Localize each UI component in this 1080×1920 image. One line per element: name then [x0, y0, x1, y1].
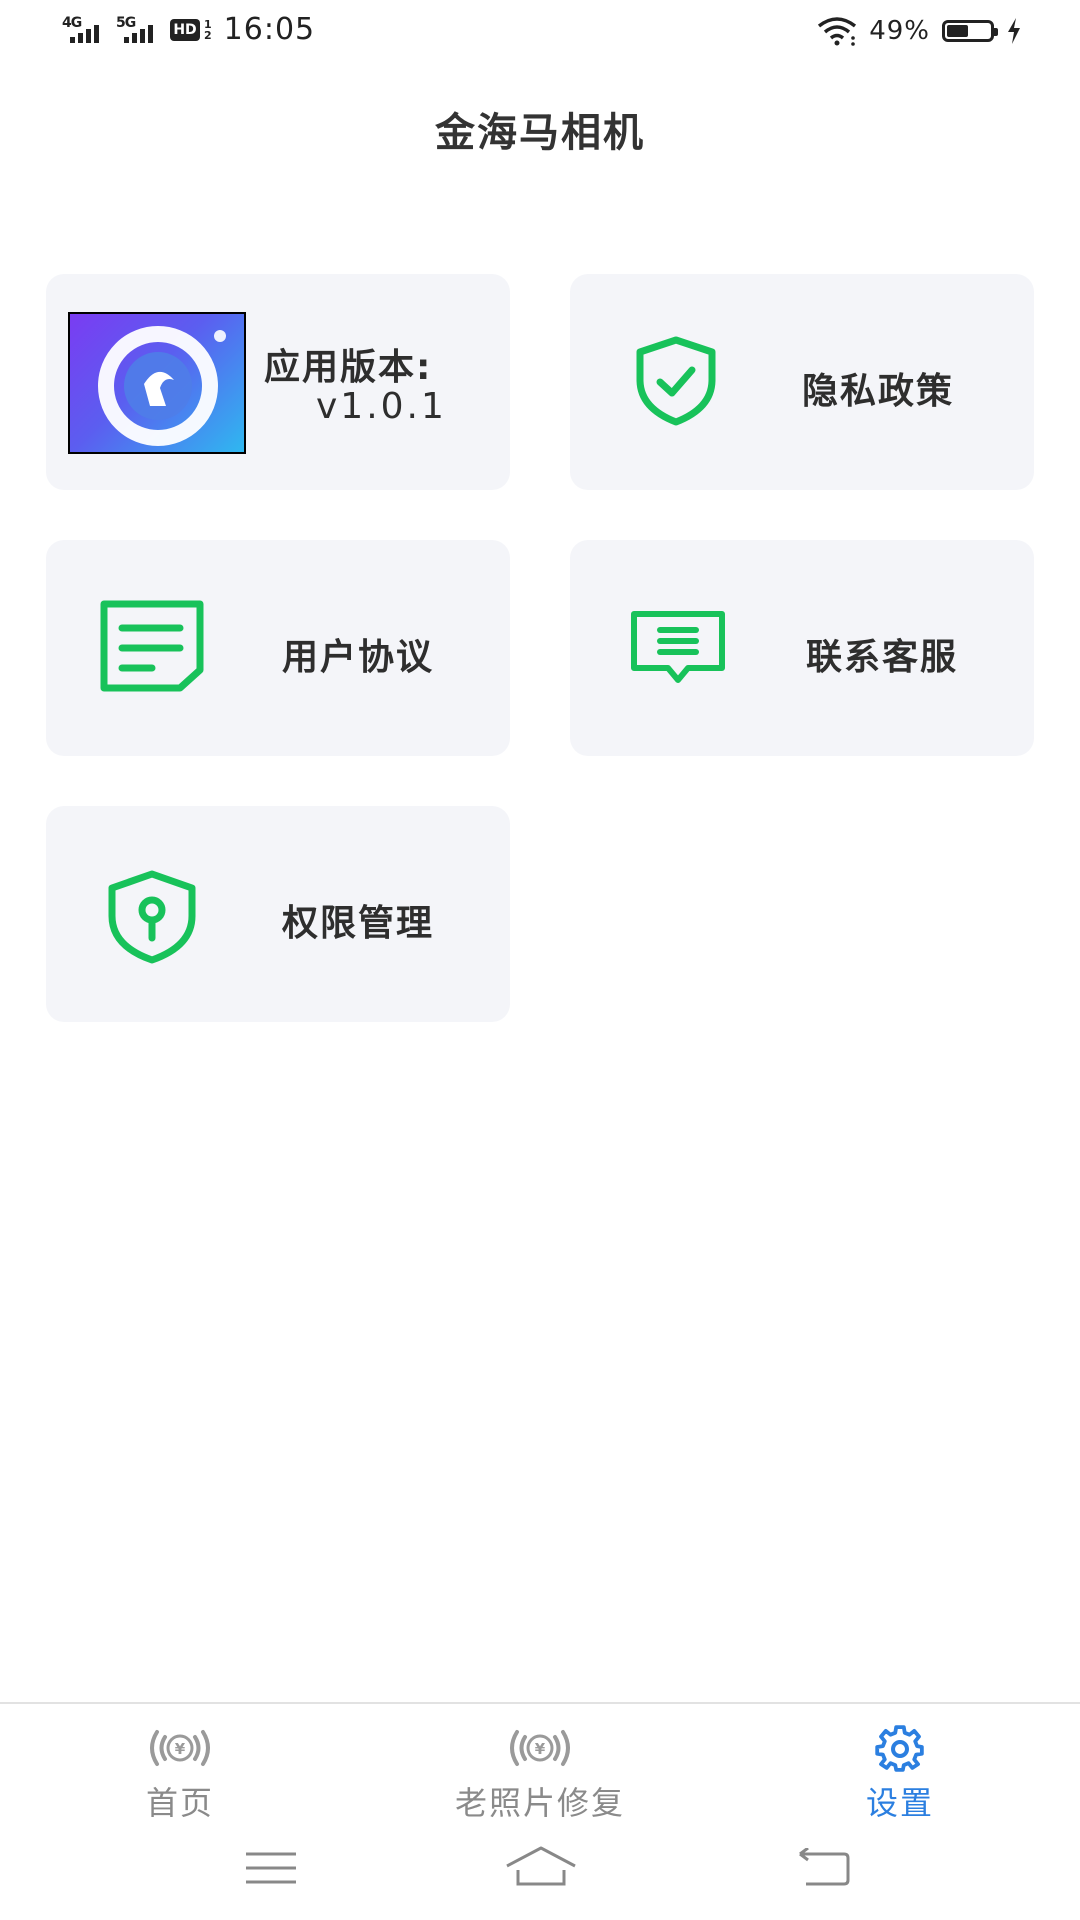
- customer-service-card[interactable]: 联系客服: [570, 540, 1034, 756]
- gear-icon: [875, 1725, 924, 1772]
- privacy-policy-label: 隐私政策: [802, 371, 955, 412]
- home-icon[interactable]: [504, 1844, 578, 1888]
- broadcast-yen-icon: ¥: [150, 1730, 210, 1766]
- document-icon: [100, 600, 204, 692]
- hd-sub-bottom: 2: [204, 28, 212, 42]
- battery-percent: 49%: [869, 16, 930, 46]
- battery-fill: [947, 25, 968, 37]
- app-version-label: 应用版本:: [264, 347, 433, 388]
- status-left: 4G 5G HD 1 2 16:05: [62, 12, 315, 47]
- chat-message-icon: [631, 611, 725, 683]
- signal-5g-icon: 5G: [116, 15, 160, 45]
- status-bar: 4G 5G HD 1 2 16:05 49%: [0, 0, 1080, 68]
- wifi-icon: [818, 17, 857, 46]
- privacy-policy-card[interactable]: 隐私政策: [570, 274, 1034, 490]
- customer-service-label: 联系客服: [806, 637, 959, 678]
- permission-management-label: 权限管理: [282, 903, 435, 944]
- nav-photo-restore-label: 老照片修复: [454, 1784, 625, 1822]
- menu-icon[interactable]: [244, 1848, 298, 1888]
- svg-text:¥: ¥: [175, 1740, 186, 1758]
- hd-voice-icon: HD: [170, 18, 200, 41]
- signal-4g-icon: 4G: [62, 15, 106, 45]
- user-agreement-label: 用户协议: [282, 637, 435, 678]
- permission-management-card[interactable]: 权限管理: [46, 806, 510, 1022]
- clock: 16:05: [223, 12, 316, 47]
- app-version-card: 应用版本: v1.0.1: [46, 274, 510, 490]
- nav-home[interactable]: ¥ 首页: [70, 1724, 290, 1824]
- hd-sub-top: 1: [204, 17, 212, 31]
- nav-photo-restore[interactable]: ¥ 老照片修复: [430, 1724, 650, 1824]
- app-version-value: v1.0.1: [316, 386, 447, 427]
- shield-check-icon: [636, 336, 716, 426]
- charging-icon: [1008, 18, 1020, 44]
- nav-settings[interactable]: 设置: [790, 1724, 1010, 1824]
- system-nav-bar: [0, 1840, 1080, 1900]
- nav-settings-label: 设置: [865, 1784, 934, 1822]
- back-icon[interactable]: [796, 1848, 852, 1888]
- app-logo: [68, 312, 246, 454]
- app-logo-mark-icon: [98, 326, 226, 446]
- svg-text:¥: ¥: [535, 1740, 546, 1758]
- nav-home-label: 首页: [145, 1784, 214, 1822]
- status-right: 49%: [817, 16, 1022, 46]
- battery-icon: [942, 20, 998, 42]
- bottom-nav: ¥ 首页 ¥ 老照片修复 设置: [0, 1702, 1080, 1824]
- hd-sub-label: 1 2: [204, 19, 212, 41]
- broadcast-yen-icon: ¥: [510, 1730, 570, 1766]
- user-agreement-card[interactable]: 用户协议: [46, 540, 510, 756]
- page-title: 金海马相机: [435, 110, 645, 156]
- shield-keyhole-icon: [108, 870, 196, 964]
